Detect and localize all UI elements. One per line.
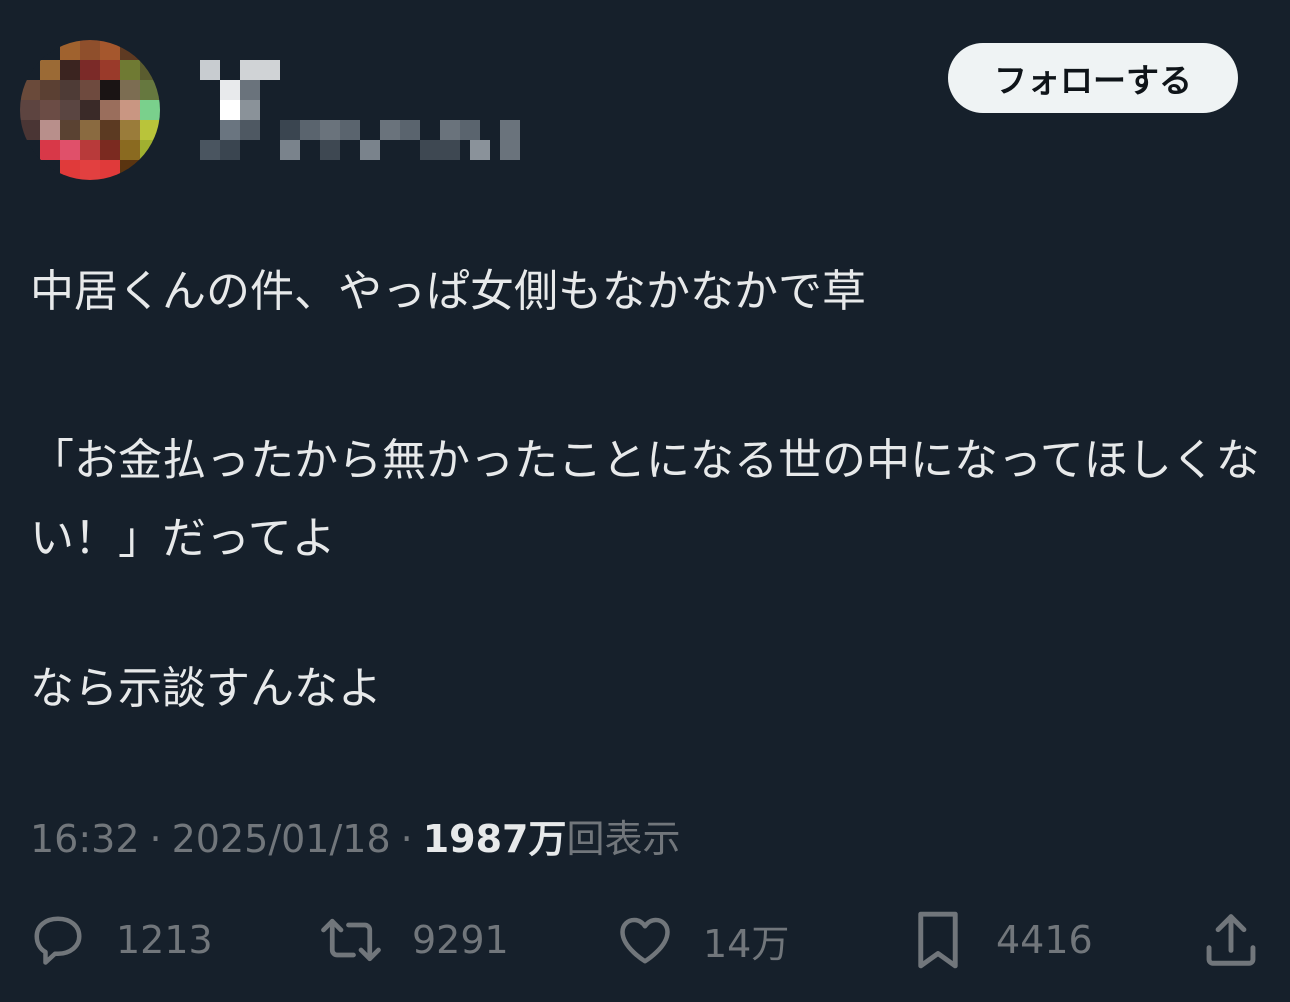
avatar[interactable] <box>20 40 160 180</box>
tweet-date[interactable]: 2025/01/18 <box>172 817 391 861</box>
like-button[interactable]: 14万 <box>615 895 789 985</box>
tweet-text-line: なら示談すんなよ <box>30 663 382 714</box>
tweet-text-line: 「お金払ったから無かったことになる世の中になってほしくない！」だってよ <box>30 435 1260 564</box>
author-name-block[interactable] <box>200 60 540 160</box>
tweet-time[interactable]: 16:32 <box>30 817 140 861</box>
meta-separator: · <box>149 817 162 861</box>
share-button[interactable] <box>1200 895 1262 985</box>
follow-button[interactable]: フォローする <box>948 43 1238 113</box>
meta-separator: · <box>400 817 413 861</box>
share-icon <box>1200 909 1262 971</box>
retweet-icon <box>318 910 384 970</box>
reply-button[interactable]: 1213 <box>28 895 213 985</box>
bookmark-button[interactable]: 4416 <box>908 895 1093 985</box>
like-count: 14万 <box>703 921 790 966</box>
tweet-text-line: 中居くんの件、やっぱ女側もなかなかで草 <box>30 266 866 317</box>
retweet-button[interactable]: 9291 <box>318 895 509 985</box>
tweet-meta: 16:32 · 2025/01/18 · 1987万 回表示 <box>30 808 681 863</box>
bookmark-count: 4416 <box>996 918 1093 962</box>
heart-icon <box>615 910 675 970</box>
reply-icon <box>28 910 88 970</box>
views-label: 回表示 <box>566 817 681 861</box>
action-bar: 1213 9291 14万 4416 <box>0 895 1290 985</box>
retweet-count: 9291 <box>412 918 509 962</box>
views-count: 1987万 <box>422 817 567 861</box>
bookmark-icon <box>908 908 968 972</box>
reply-count: 1213 <box>116 918 213 962</box>
